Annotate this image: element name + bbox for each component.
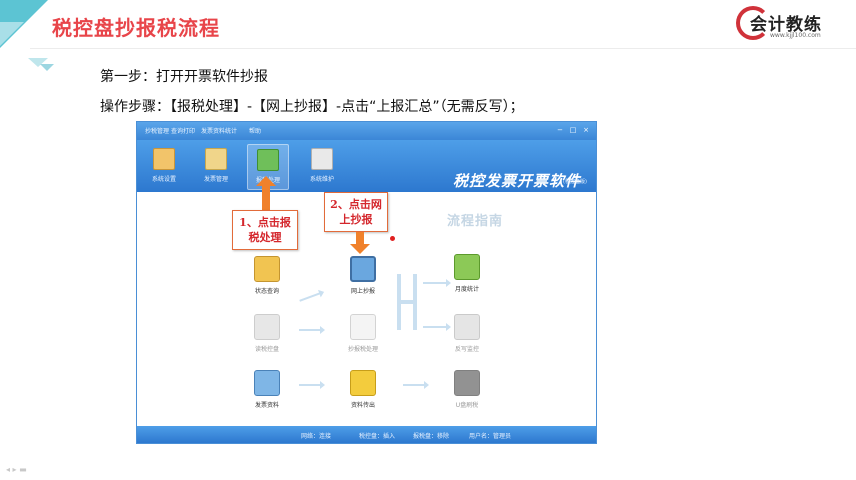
decor-arrow-icon: [40, 64, 54, 71]
logo-url: www.kjjl100.com: [770, 32, 821, 39]
slide-header: 税控盘抄报税流程: [0, 0, 856, 50]
status-tax-disk: 税控盘：插入: [359, 433, 396, 440]
usb-drive-icon: [254, 314, 280, 340]
node-reverse-write[interactable]: 反写监控: [437, 314, 497, 353]
software-brand-subtitle: (税控盘版): [563, 179, 587, 185]
toolbar-label: 系统维护: [309, 176, 334, 183]
node-u-backup[interactable]: U盘刷税: [437, 370, 497, 409]
flow-connector: [397, 300, 417, 304]
software-window: 抄税管理 查询打印 发票资料统计 帮助 − □ × 系统设置 发票管理 报税处理…: [136, 121, 597, 444]
node-label: 发票资料: [254, 402, 279, 409]
tax-report-icon: [257, 149, 279, 171]
maintenance-icon: [311, 148, 333, 170]
folder-search-icon: [254, 256, 280, 282]
menu-item-help[interactable]: 帮助: [249, 126, 261, 135]
usb-key-icon: [454, 370, 480, 396]
brand-logo: 会计教练 www.kjjl100.com: [736, 6, 848, 42]
cabinet-icon: [254, 370, 280, 396]
flow-guide-title: 流程指南: [447, 214, 504, 229]
node-data-transfer[interactable]: 资料传出: [333, 370, 393, 409]
node-label: 网上抄报: [350, 288, 375, 295]
callout-click-tax-processing: 1、点击报 税处理: [232, 210, 298, 250]
node-label: 反写监控: [454, 346, 479, 353]
callout-arrow-up-icon: [256, 176, 276, 210]
node-label: U盘刷税: [455, 402, 479, 409]
menu-item-invoice-stats[interactable]: 发票资料统计: [201, 126, 237, 135]
flow-arrow: [403, 381, 429, 389]
monitor-icon: [350, 256, 376, 282]
close-button[interactable]: ×: [581, 125, 591, 135]
callout-click-online-report: 2、点击网 上抄报: [324, 192, 388, 232]
header-divider: [30, 48, 856, 49]
status-bar: 网络：连接 税控盘：插入 报税盘：移除 用户名：管理员: [137, 426, 596, 443]
node-read-disk[interactable]: 读税控盘: [237, 314, 297, 353]
software-brand-title: 税控发票开票软件: [453, 172, 582, 190]
red-dot-marker: [390, 236, 395, 241]
callout-arrow-down-icon: [350, 232, 370, 254]
node-invoice-data[interactable]: 发票资料: [237, 370, 297, 409]
toolbar-label: 发票管理: [203, 176, 228, 183]
toolbar-system-settings[interactable]: 系统设置: [143, 144, 185, 190]
node-label: 读税控盘: [254, 346, 279, 353]
pen-pad-icon: [454, 314, 480, 340]
flow-arrow: [299, 326, 325, 334]
status-user: 用户名：管理员: [469, 433, 512, 440]
bar-chart-icon: [454, 254, 480, 280]
flow-arrow: [299, 292, 321, 302]
node-label: 资料传出: [350, 402, 375, 409]
toolbar-system-maintenance[interactable]: 系统维护: [301, 144, 343, 190]
node-label: 状态查询: [254, 288, 279, 295]
flow-arrow: [299, 381, 325, 389]
invoice-icon: [205, 148, 227, 170]
slide-title: 税控盘抄报税流程: [52, 16, 220, 40]
minimize-button[interactable]: −: [555, 125, 565, 135]
header-decoration: [0, 22, 24, 46]
menu-item-query-print[interactable]: 查询打印: [171, 126, 195, 135]
step-one-text: 第一步：打开开票软件抄报: [100, 69, 268, 85]
status-report-disk: 报税盘：移除: [413, 433, 450, 440]
document-edit-icon: [350, 314, 376, 340]
node-status-query[interactable]: 状态查询: [237, 256, 297, 295]
menu-item-tax-copy[interactable]: 抄税管理: [145, 126, 169, 135]
node-label: 月度统计: [454, 286, 479, 293]
node-report-process[interactable]: 抄报税处理: [333, 314, 393, 353]
toolbar-label: 系统设置: [151, 176, 176, 183]
status-network: 网络：连接: [301, 433, 332, 440]
toolbar-invoice-management[interactable]: 发票管理: [195, 144, 237, 190]
folder-transfer-icon: [350, 370, 376, 396]
menu-bar: 抄税管理 查询打印 发票资料统计 帮助 − □ ×: [137, 122, 596, 140]
step-two-text: 操作步骤：【报税处理】-【网上抄报】-点击“上报汇总”（无需反写）；: [100, 99, 524, 115]
node-label: 抄报税处理: [347, 346, 378, 353]
toolbar: 系统设置 发票管理 报税处理 系统维护 税控发票开票软件 (税控盘版): [137, 140, 596, 208]
node-online-report[interactable]: 网上抄报: [333, 256, 393, 295]
player-controls[interactable]: ◂ ▸ ▬: [6, 465, 27, 474]
node-monthly-stats[interactable]: 月度统计: [437, 254, 497, 293]
maximize-button[interactable]: □: [568, 125, 578, 135]
settings-icon: [153, 148, 175, 170]
